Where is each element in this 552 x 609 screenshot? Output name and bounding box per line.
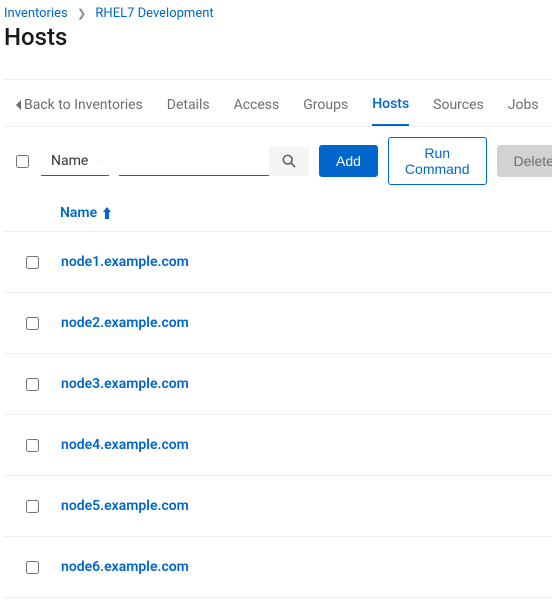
table-body: node1.example.com node2.example.com node3.… [4, 232, 552, 598]
host-link[interactable]: node6.example.com [61, 559, 189, 575]
row-checkbox[interactable] [26, 256, 39, 269]
row-checkbox[interactable] [26, 378, 39, 391]
search-icon [282, 154, 296, 168]
tab-details[interactable]: Details [167, 93, 210, 125]
host-link[interactable]: node5.example.com [61, 498, 189, 514]
delete-button[interactable]: Delete [497, 145, 552, 177]
table-row: node1.example.com [4, 232, 552, 293]
content-panel: Back to Inventories Details Access Group… [4, 79, 552, 598]
host-link[interactable]: node2.example.com [61, 315, 189, 331]
table-row: node6.example.com [4, 537, 552, 598]
host-link[interactable]: node3.example.com [61, 376, 189, 392]
table-row: node2.example.com [4, 293, 552, 354]
table-row: node3.example.com [4, 354, 552, 415]
row-checkbox[interactable] [26, 439, 39, 452]
search-input[interactable] [119, 147, 269, 176]
tab-access[interactable]: Access [234, 93, 280, 125]
add-button[interactable]: Add [319, 145, 378, 177]
row-checkbox[interactable] [26, 561, 39, 574]
toolbar: Name Add Run Command Delete [4, 127, 552, 195]
row-checkbox[interactable] [26, 500, 39, 513]
caret-left-icon [16, 100, 22, 110]
table-row: node5.example.com [4, 476, 552, 537]
column-header-name[interactable]: Name [60, 205, 111, 221]
tab-groups[interactable]: Groups [303, 93, 348, 125]
host-link[interactable]: node1.example.com [61, 254, 189, 270]
breadcrumb-root[interactable]: Inventories [4, 6, 68, 21]
breadcrumb-current[interactable]: RHEL7 Development [95, 6, 213, 21]
page-title: Hosts [0, 23, 552, 67]
chevron-right-icon: ❯ [77, 7, 86, 20]
tab-hosts[interactable]: Hosts [372, 92, 409, 126]
tab-jobs[interactable]: Jobs [508, 93, 539, 125]
sort-asc-icon [103, 207, 111, 219]
tab-bar: Back to Inventories Details Access Group… [4, 80, 552, 127]
run-command-button[interactable]: Run Command [388, 137, 487, 185]
tab-sources[interactable]: Sources [433, 93, 484, 125]
select-all-checkbox[interactable] [16, 155, 29, 168]
filter-field-dropdown[interactable]: Name [41, 147, 109, 176]
breadcrumb: Inventories ❯ RHEL7 Development [0, 0, 552, 23]
caret-down-icon [98, 158, 99, 164]
table-row: node4.example.com [4, 415, 552, 476]
back-to-inventories[interactable]: Back to Inventories [16, 93, 143, 125]
search-group [119, 147, 309, 176]
search-button[interactable] [269, 147, 309, 176]
table-header: Name [4, 195, 552, 232]
row-checkbox[interactable] [26, 317, 39, 330]
column-header-name-label: Name [60, 205, 97, 221]
filter-field-label: Name [51, 153, 88, 169]
back-label: Back to Inventories [24, 97, 143, 113]
host-link[interactable]: node4.example.com [61, 437, 189, 453]
